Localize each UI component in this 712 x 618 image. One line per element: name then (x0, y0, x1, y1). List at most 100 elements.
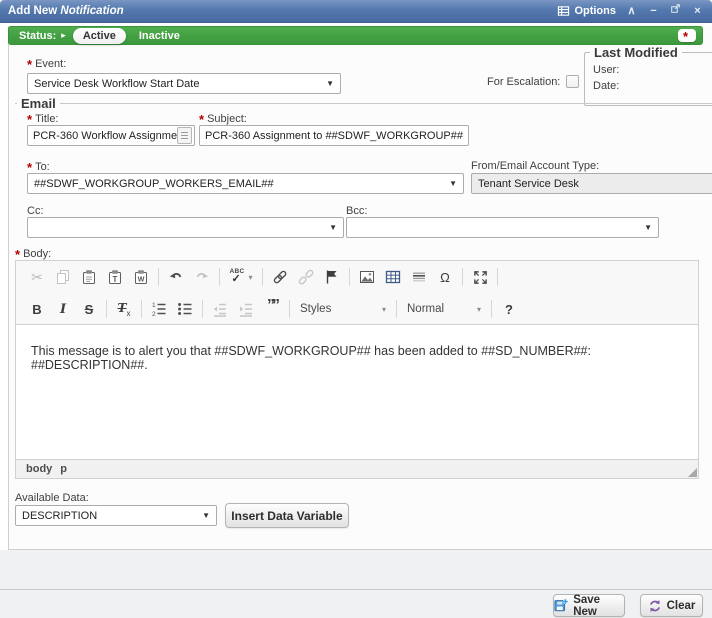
save-plus-icon (554, 598, 568, 613)
anchor-button[interactable] (319, 264, 345, 290)
from-label: From/Email Account Type: (471, 160, 599, 172)
collapse-icon[interactable]: ∧ (625, 0, 638, 22)
paragraph-format-combo[interactable]: Normal ▾ (401, 298, 487, 320)
bulleted-list-button[interactable] (172, 296, 198, 322)
bulleted-list-icon (177, 301, 193, 317)
italic-button[interactable]: I (50, 296, 76, 322)
spellcheck-abc-icon: ABC ✓ (229, 269, 247, 285)
path-element-body[interactable]: body (26, 463, 52, 475)
toolbar-separator (396, 300, 397, 318)
blockquote-button[interactable]: ”” (259, 296, 285, 322)
status-bar: Status: ▸ Active Inactive * (8, 26, 703, 45)
undo-button[interactable] (163, 264, 189, 290)
toolbar-separator (491, 300, 492, 318)
for-escalation-label: For Escalation: (487, 76, 560, 88)
last-modified-user-label: User: (593, 64, 619, 76)
popout-icon[interactable] (669, 0, 682, 22)
omega-icon: Ω (440, 270, 450, 285)
redo-icon (194, 269, 210, 285)
toolbar-separator (202, 300, 203, 318)
increase-indent-button[interactable] (233, 296, 259, 322)
paste-word-button[interactable]: W (128, 264, 154, 290)
outdent-icon (212, 301, 228, 317)
indent-icon (238, 301, 254, 317)
editor-content-area[interactable]: This message is to alert you that ##SDWF… (16, 325, 698, 459)
horizontal-rule-button[interactable] (406, 264, 432, 290)
question-mark-icon: ? (505, 302, 513, 317)
to-select-value: ##SDWF_WORKGROUP_WORKERS_EMAIL## (34, 178, 449, 190)
paste-button[interactable] (76, 264, 102, 290)
image-button[interactable] (354, 264, 380, 290)
table-button[interactable] (380, 264, 406, 290)
last-modified-legend: Last Modified (590, 45, 682, 60)
lines-icon (181, 132, 188, 140)
copy-button[interactable] (50, 264, 76, 290)
email-legend: Email (17, 96, 60, 111)
spellcheck-button[interactable]: ABC ✓ ▾ (224, 264, 258, 290)
numbered-list-button[interactable]: 1 2 (146, 296, 172, 322)
bcc-select[interactable]: ▼ (346, 217, 659, 238)
save-new-button[interactable]: Save New (553, 594, 625, 617)
unlink-button[interactable] (293, 264, 319, 290)
options-grid-icon (557, 5, 570, 17)
link-button[interactable] (267, 264, 293, 290)
scissors-icon: ✂ (31, 269, 43, 286)
for-escalation-checkbox[interactable] (566, 75, 579, 88)
subject-input[interactable] (199, 125, 469, 146)
maximize-icon (473, 270, 488, 285)
cc-select[interactable]: ▼ (27, 217, 344, 238)
email-fieldset-rule (15, 103, 712, 104)
remove-format-button[interactable]: Tx (111, 296, 137, 322)
title-input[interactable] (27, 125, 195, 146)
editor-resize-grip-icon[interactable] (688, 468, 697, 477)
minimize-icon[interactable]: − (647, 0, 660, 22)
paste-plain-text-icon: T (107, 269, 123, 285)
title-field-tool-icon[interactable] (177, 127, 192, 144)
strikethrough-button[interactable]: S (76, 296, 102, 322)
cut-button[interactable]: ✂ (24, 264, 50, 290)
bcc-label: Bcc: (346, 205, 367, 217)
event-label: *Event: (27, 57, 66, 72)
clear-label: Clear (667, 600, 696, 612)
paste-icon (81, 269, 97, 285)
required-icon: * (27, 57, 32, 72)
unlink-icon (298, 269, 314, 285)
styles-combo[interactable]: Styles ▾ (294, 298, 392, 320)
cc-label: Cc: (27, 205, 44, 217)
to-select[interactable]: ##SDWF_WORKGROUP_WORKERS_EMAIL## ▼ (27, 173, 464, 194)
toolbar-separator (219, 268, 220, 286)
bold-button[interactable]: B (24, 296, 50, 322)
dropdown-caret-icon: ▼ (326, 79, 334, 88)
editor-toolbar-row-2: B I S Tx 1 2 (16, 293, 698, 325)
options-button[interactable]: Options (557, 5, 616, 17)
required-icon: * (683, 32, 688, 42)
toolbar-separator (141, 300, 142, 318)
special-character-button[interactable]: Ω (432, 264, 458, 290)
status-active-toggle[interactable]: Active (73, 28, 126, 44)
clear-button[interactable]: Clear (640, 594, 703, 617)
paste-text-button[interactable]: T (102, 264, 128, 290)
table-icon (385, 269, 401, 285)
status-inactive-toggle[interactable]: Inactive (139, 30, 180, 42)
toolbar-separator (462, 268, 463, 286)
available-data-select[interactable]: DESCRIPTION ▼ (15, 505, 217, 526)
footer-divider (0, 589, 712, 590)
dropdown-caret-icon: ▼ (644, 223, 652, 232)
link-icon (272, 269, 288, 285)
about-button[interactable]: ? (496, 296, 522, 322)
required-indicator-pill[interactable]: * (678, 29, 696, 42)
event-select[interactable]: Service Desk Workflow Start Date ▼ (27, 73, 341, 94)
toolbar-separator (349, 268, 350, 286)
image-icon (359, 269, 375, 285)
from-readonly-field: Tenant Service Desk (471, 173, 712, 194)
close-icon[interactable]: × (691, 0, 704, 22)
redo-button[interactable] (189, 264, 215, 290)
decrease-indent-button[interactable] (207, 296, 233, 322)
format-combo-value: Normal (407, 303, 444, 315)
toolbar-separator (497, 268, 498, 286)
maximize-button[interactable] (467, 264, 493, 290)
copy-icon (55, 269, 71, 285)
dropdown-caret-icon: ▼ (449, 179, 457, 188)
insert-data-variable-button[interactable]: Insert Data Variable (225, 503, 349, 528)
path-element-p[interactable]: p (60, 463, 67, 475)
